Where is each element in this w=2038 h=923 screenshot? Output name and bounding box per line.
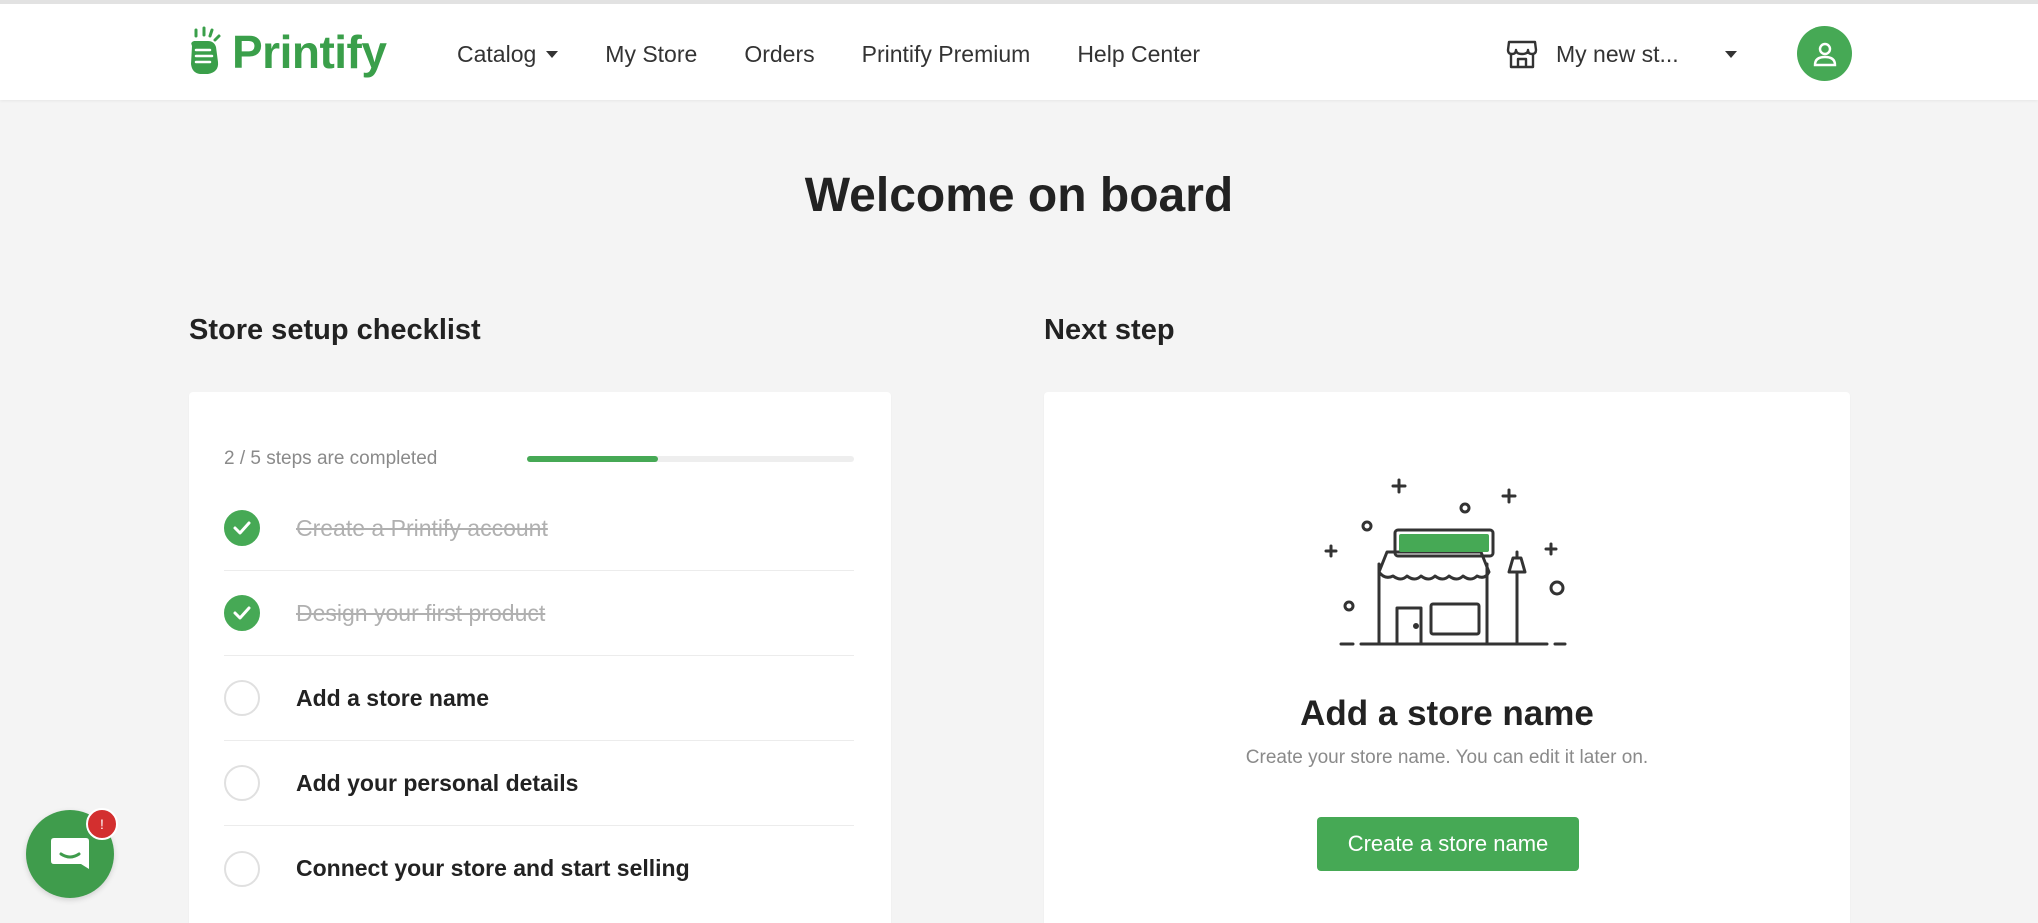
- empty-circle-icon: [224, 850, 260, 887]
- empty-circle-icon: [224, 680, 260, 716]
- store-switcher[interactable]: My new st...: [1506, 32, 1737, 76]
- nav-my-store-label: My Store: [605, 40, 698, 67]
- nav-my-store[interactable]: My Store: [605, 41, 697, 68]
- chat-notification-badge: !: [86, 808, 118, 840]
- checklist-item-create-account[interactable]: Create a Printify account: [224, 486, 854, 571]
- checkmark-icon: [233, 521, 251, 535]
- checkmark-icon: [233, 606, 251, 620]
- store-icon: [1506, 40, 1538, 69]
- printify-hand-icon: [191, 26, 221, 74]
- nav-orders-label: Orders: [744, 40, 815, 67]
- checklist-item-label: Connect your store and start selling: [296, 855, 690, 881]
- next-step-card: Add a store name Create your store name.…: [1044, 392, 1850, 923]
- create-store-name-button[interactable]: Create a store name: [1317, 817, 1579, 871]
- progress-bar-fill: [526, 456, 658, 462]
- checklist-item-label: Add a store name: [296, 684, 489, 711]
- top-navbar: Printify Catalog My Store Orders Printif…: [0, 0, 2038, 100]
- nav-help-center-label: Help Center: [1077, 40, 1201, 67]
- checklist-item-personal-details[interactable]: Add your personal details: [224, 741, 854, 826]
- progress-text: 2 / 5 steps are completed: [224, 448, 438, 469]
- checklist-progress: 2 / 5 steps are completed: [224, 444, 854, 474]
- logo-wordmark: Printify: [232, 26, 387, 78]
- checklist-item-label: Add your personal details: [296, 769, 579, 796]
- checkmark-circle-icon: [224, 595, 260, 631]
- user-icon: [1813, 42, 1836, 66]
- checkmark-circle-icon: [224, 510, 260, 546]
- printify-logo[interactable]: Printify: [186, 22, 387, 82]
- storefront-illustration: [1324, 478, 1567, 646]
- checklist-item-store-name[interactable]: Add a store name: [224, 656, 854, 741]
- progress-bar: [526, 456, 854, 462]
- page-title: Welcome on board: [804, 169, 1234, 222]
- nav-printify-premium-label: Printify Premium: [861, 40, 1031, 67]
- next-step-card-subtitle: Create your store name. You can edit it …: [1245, 747, 1649, 768]
- main-nav: Catalog My Store Orders Printify Premium…: [457, 34, 1200, 74]
- nav-orders[interactable]: Orders: [744, 41, 814, 68]
- nav-printify-premium[interactable]: Printify Premium: [862, 41, 1031, 68]
- next-step-title: Next step: [1044, 314, 1175, 346]
- checklist-item-design-product[interactable]: Design your first product: [224, 571, 854, 656]
- checklist-item-label: Design your first product: [296, 599, 546, 626]
- chevron-down-icon: [546, 50, 559, 58]
- account-avatar[interactable]: [1797, 26, 1852, 81]
- nav-help-center[interactable]: Help Center: [1077, 41, 1200, 68]
- nav-catalog[interactable]: Catalog: [457, 40, 559, 68]
- checklist-items: Create a Printify account Design your fi…: [224, 486, 854, 911]
- next-step-card-title: Add a store name: [1300, 694, 1594, 733]
- checklist-card: 2 / 5 steps are completed Create a Print…: [189, 392, 891, 923]
- checklist-title: Store setup checklist: [189, 314, 481, 346]
- chevron-down-icon: [1724, 50, 1737, 58]
- store-switcher-label: My new st...: [1556, 40, 1679, 67]
- empty-circle-icon: [224, 765, 260, 801]
- nav-catalog-label: Catalog: [457, 40, 537, 67]
- checklist-item-label: Create a Printify account: [296, 514, 548, 541]
- checklist-item-connect-store[interactable]: Connect your store and start selling: [224, 826, 854, 911]
- chat-icon: [51, 838, 89, 869]
